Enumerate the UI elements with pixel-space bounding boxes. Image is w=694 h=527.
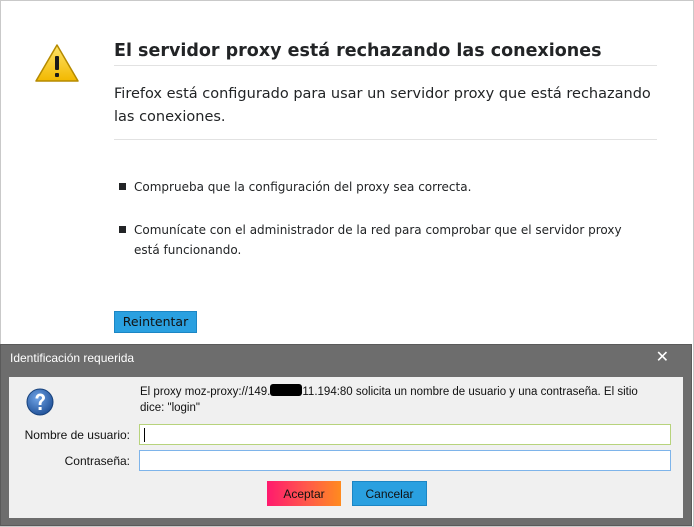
username-input[interactable] — [139, 424, 671, 445]
warning-icon — [35, 44, 79, 82]
question-icon — [26, 388, 54, 416]
suggestion-item: Comunícate con el administrador de la re… — [118, 220, 638, 260]
dialog-title: Identificación requerida — [10, 351, 135, 365]
password-label: Contraseña: — [64, 454, 130, 468]
suggestion-list: Comprueba que la configuración del proxy… — [118, 177, 638, 260]
description-divider — [114, 139, 657, 140]
redaction-bar — [270, 384, 303, 396]
bullet-icon — [119, 183, 126, 190]
auth-dialog: Identificación requerida ✕ El proxy moz-… — [0, 344, 692, 526]
close-icon[interactable]: ✕ — [656, 347, 669, 367]
accept-button[interactable]: Aceptar — [267, 481, 341, 506]
cancel-button[interactable]: Cancelar — [352, 481, 427, 506]
message-prefix: El proxy moz-proxy://149. — [140, 386, 271, 398]
retry-button[interactable]: Reintentar — [114, 311, 197, 333]
text-caret — [144, 428, 145, 442]
suggestion-text: Comunícate con el administrador de la re… — [134, 223, 622, 257]
dialog-message: El proxy moz-proxy://149. 11.194:80 solic… — [140, 384, 660, 416]
username-label: Nombre de usuario: — [24, 428, 130, 442]
title-divider — [114, 65, 657, 66]
error-description: Firefox está configurado para usar un se… — [114, 86, 651, 125]
suggestion-text: Comprueba que la configuración del proxy… — [134, 180, 472, 194]
dialog-body: El proxy moz-proxy://149. 11.194:80 solic… — [9, 377, 683, 518]
password-input[interactable] — [139, 450, 671, 471]
suggestion-item: Comprueba que la configuración del proxy… — [118, 177, 638, 197]
bullet-icon — [119, 226, 126, 233]
error-title: El servidor proxy está rechazando las co… — [114, 41, 602, 61]
